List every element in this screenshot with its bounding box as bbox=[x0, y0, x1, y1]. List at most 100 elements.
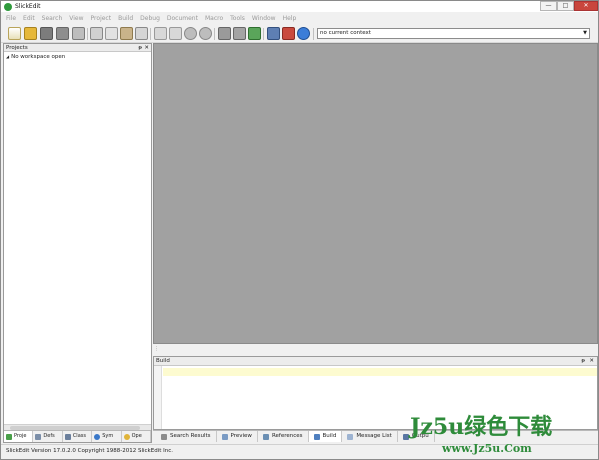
tools-icon[interactable] bbox=[282, 27, 295, 40]
slickedit-logo-icon bbox=[4, 3, 12, 11]
open-files-icon bbox=[123, 433, 130, 440]
redo-icon[interactable] bbox=[169, 27, 182, 40]
build-tab-icon bbox=[313, 433, 320, 440]
tab-label: Proje bbox=[14, 433, 27, 439]
paste-icon[interactable] bbox=[120, 27, 133, 40]
menu-build[interactable]: Build bbox=[118, 14, 133, 24]
editor-area[interactable] bbox=[153, 43, 598, 344]
save-all-icon[interactable] bbox=[56, 27, 69, 40]
menu-macro[interactable]: Macro bbox=[205, 14, 223, 24]
print-icon[interactable] bbox=[72, 27, 85, 40]
projects-panel: Projects ᵽ ✕ ◢ No workspace open Proje De… bbox=[3, 43, 152, 443]
build-panel-header: Build ᵽ ✕ bbox=[154, 357, 597, 366]
tree-item-no-workspace[interactable]: ◢ No workspace open bbox=[4, 52, 151, 62]
tab-message-list[interactable]: Message List bbox=[342, 431, 398, 442]
tab-build[interactable]: Build bbox=[308, 431, 343, 442]
title-bar[interactable]: SlickEdit — □ ✕ bbox=[1, 1, 598, 12]
tab-class[interactable]: Class bbox=[63, 431, 93, 442]
copy-icon[interactable] bbox=[105, 27, 118, 40]
menu-file[interactable]: File bbox=[6, 14, 16, 24]
build-output-gutter bbox=[154, 366, 162, 429]
menu-edit[interactable]: Edit bbox=[23, 14, 35, 24]
tree-expand-icon[interactable]: ◢ bbox=[6, 54, 9, 59]
pin-icon[interactable]: ᵽ bbox=[138, 44, 142, 52]
projects-panel-header: Projects ᵽ ✕ bbox=[4, 44, 151, 52]
build-output-current-line[interactable] bbox=[163, 368, 597, 376]
panel-splitter[interactable]: ⋮ bbox=[153, 344, 598, 356]
tab-defs[interactable]: Defs bbox=[33, 431, 63, 442]
tab-projects[interactable]: Proje bbox=[4, 431, 34, 442]
toolbar-separator bbox=[214, 28, 215, 40]
defs-icon bbox=[35, 433, 42, 440]
undo-icon[interactable] bbox=[154, 27, 167, 40]
tab-open[interactable]: Ope bbox=[122, 431, 152, 442]
tab-symbols[interactable]: Sym bbox=[92, 431, 122, 442]
menu-debug[interactable]: Debug bbox=[140, 14, 160, 24]
menu-search[interactable]: Search bbox=[42, 14, 63, 24]
tab-search-results[interactable]: Search Results bbox=[156, 431, 217, 442]
tab-label: Search Results bbox=[170, 433, 211, 439]
open-folder-icon[interactable] bbox=[24, 27, 37, 40]
tab-preview[interactable]: Preview bbox=[217, 431, 258, 442]
menu-document[interactable]: Document bbox=[167, 14, 198, 24]
toolbar-separator bbox=[87, 28, 88, 40]
close-panel-icon[interactable]: ✕ bbox=[144, 44, 149, 52]
maximize-button[interactable]: □ bbox=[557, 1, 574, 11]
current-context-dropdown[interactable]: no current context ▼ bbox=[317, 28, 590, 39]
toolbar-separator bbox=[263, 28, 264, 40]
status-text: SlickEdit Version 17.0.2.0 Copyright 198… bbox=[6, 448, 174, 454]
toggle-panel-icon[interactable] bbox=[135, 27, 148, 40]
close-panel-icon[interactable]: ✕ bbox=[589, 357, 594, 366]
debug-icon[interactable] bbox=[267, 27, 280, 40]
tab-label: Defs bbox=[43, 433, 55, 439]
minimize-button[interactable]: — bbox=[540, 1, 557, 11]
bookmark-icon[interactable] bbox=[218, 27, 231, 40]
class-icon bbox=[64, 433, 71, 440]
back-icon[interactable] bbox=[184, 27, 197, 40]
projects-panel-title: Projects bbox=[6, 45, 28, 51]
toolbar-separator bbox=[150, 28, 151, 40]
tab-label: Preview bbox=[230, 433, 252, 439]
tab-label: Ope bbox=[131, 433, 142, 439]
watermark-line1: Jz5u绿色下载 bbox=[408, 414, 552, 440]
chevron-down-icon: ▼ bbox=[583, 30, 587, 36]
menu-bar: File Edit Search View Project Build Debu… bbox=[1, 14, 303, 24]
cut-icon[interactable] bbox=[90, 27, 103, 40]
tab-label: Class bbox=[72, 433, 86, 439]
find-references-icon[interactable] bbox=[233, 27, 246, 40]
current-context-value: no current context bbox=[320, 30, 371, 36]
build-icon[interactable] bbox=[248, 27, 261, 40]
menu-help[interactable]: Help bbox=[283, 14, 297, 24]
menu-project[interactable]: Project bbox=[91, 14, 112, 24]
main-toolbar: no current context ▼ bbox=[1, 25, 598, 43]
tree-item-label: No workspace open bbox=[11, 54, 66, 60]
slickedit-window: SlickEdit — □ ✕ File Edit Search View Pr… bbox=[0, 0, 599, 460]
projects-panel-tabs: Proje Defs Class Sym Ope bbox=[4, 430, 152, 442]
watermark-line2: www.Jz5u.Com bbox=[441, 442, 532, 455]
menu-tools[interactable]: Tools bbox=[230, 14, 245, 24]
preview-icon bbox=[221, 433, 228, 440]
tab-label: References bbox=[271, 433, 303, 439]
forward-icon[interactable] bbox=[199, 27, 212, 40]
toolbar-separator bbox=[313, 28, 314, 40]
message-list-icon bbox=[347, 433, 354, 440]
pin-icon[interactable]: ᵽ bbox=[581, 357, 585, 366]
symbols-icon bbox=[94, 433, 101, 440]
menu-window[interactable]: Window bbox=[252, 14, 276, 24]
tab-label: Message List bbox=[356, 433, 392, 439]
help-icon[interactable] bbox=[297, 27, 310, 40]
tab-references[interactable]: References bbox=[258, 431, 309, 442]
tab-label: Build bbox=[322, 433, 337, 439]
search-results-icon bbox=[161, 433, 167, 440]
window-title: SlickEdit bbox=[15, 3, 41, 10]
menu-view[interactable]: View bbox=[69, 14, 83, 24]
save-icon[interactable] bbox=[40, 27, 53, 40]
new-file-icon[interactable] bbox=[8, 27, 21, 40]
splitter-grip-icon: ⋮ bbox=[154, 346, 159, 352]
references-icon bbox=[262, 433, 269, 440]
window-controls: — □ ✕ bbox=[540, 1, 598, 11]
tab-label: Sym bbox=[102, 433, 114, 439]
site-watermark-logo: Jz5u绿色下载 www.Jz5u.Com bbox=[408, 414, 552, 455]
projects-icon bbox=[6, 433, 12, 440]
close-button[interactable]: ✕ bbox=[574, 1, 598, 11]
